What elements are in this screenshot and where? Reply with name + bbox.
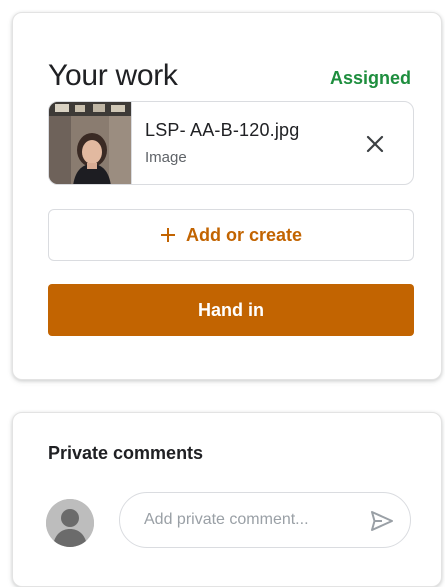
- your-work-header: Your work Assigned: [48, 59, 411, 99]
- hand-in-button[interactable]: Hand in: [48, 284, 414, 336]
- plus-icon: [160, 228, 175, 242]
- send-comment-button[interactable]: [368, 507, 396, 535]
- your-work-card: Your work Assigned LSP- AA-B-120.jpg Ima…: [12, 12, 442, 380]
- attachment-file-type: Image: [145, 149, 187, 166]
- your-work-title: Your work: [48, 59, 178, 92]
- attachment-file-name[interactable]: LSP- AA-B-120.jpg: [145, 120, 299, 141]
- avatar-icon: [46, 499, 94, 547]
- send-icon: [371, 511, 393, 531]
- add-or-create-button[interactable]: Add or create: [48, 209, 414, 261]
- private-comment-input[interactable]: [142, 503, 352, 537]
- avatar: [46, 499, 94, 547]
- private-comment-field[interactable]: [119, 492, 411, 548]
- attachment-card[interactable]: LSP- AA-B-120.jpg Image: [48, 101, 414, 185]
- add-or-create-label: Add or create: [185, 225, 303, 245]
- remove-attachment-button[interactable]: [359, 128, 391, 160]
- private-comments-card: Private comments: [12, 412, 442, 587]
- photo-thumbnail-graphic: [49, 102, 131, 184]
- private-comments-title: Private comments: [48, 443, 204, 463]
- photo-thumbnail[interactable]: [49, 102, 132, 184]
- close-icon: [366, 135, 384, 153]
- assignment-status: Assigned: [329, 68, 411, 88]
